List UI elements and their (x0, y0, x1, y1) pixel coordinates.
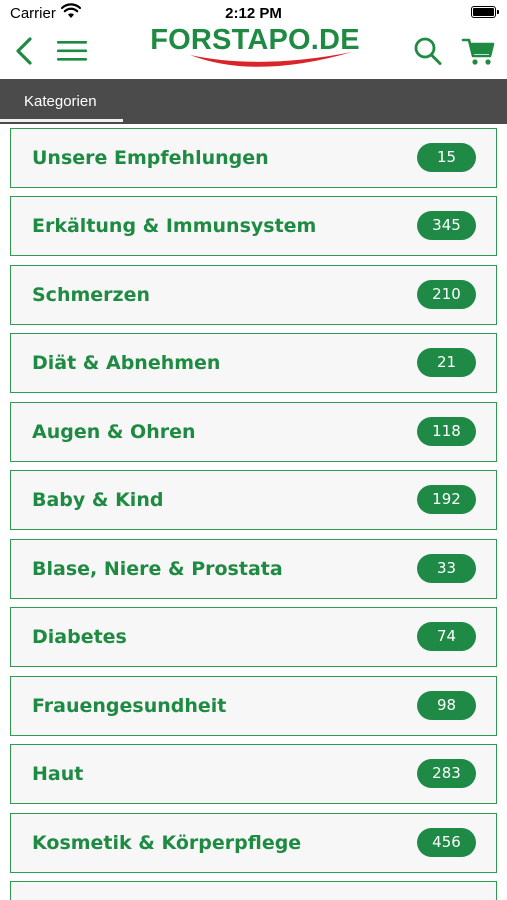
category-label: Blase, Niere & Prostata (32, 558, 283, 580)
category-label: Unsere Empfehlungen (32, 147, 269, 169)
category-item[interactable] (10, 881, 497, 900)
category-item[interactable]: Frauengesundheit 98 (10, 676, 497, 736)
category-count-badge: 33 (417, 554, 476, 583)
clock: 2:12 PM (225, 5, 282, 22)
category-item[interactable]: Erkältung & Immunsystem 345 (10, 196, 497, 256)
category-item[interactable]: Diät & Abnehmen 21 (10, 333, 497, 393)
category-label: Baby & Kind (32, 489, 164, 511)
category-label: Haut (32, 763, 84, 785)
category-item[interactable]: Diabetes 74 (10, 607, 497, 667)
category-label: Diabetes (32, 626, 127, 648)
category-count-badge: 283 (417, 759, 476, 788)
category-count-badge: 98 (417, 691, 476, 720)
category-item[interactable]: Blase, Niere & Prostata 33 (10, 539, 497, 599)
category-count-badge: 15 (417, 143, 476, 172)
category-label: Erkältung & Immunsystem (32, 215, 317, 237)
category-label: Kosmetik & Körperpflege (32, 832, 302, 854)
category-item[interactable]: Kosmetik & Körperpflege 456 (10, 813, 497, 873)
category-item[interactable]: Unsere Empfehlungen 15 (10, 128, 497, 188)
category-count-badge: 118 (417, 417, 476, 446)
category-label: Augen & Ohren (32, 421, 196, 443)
battery-icon (471, 6, 499, 18)
category-item[interactable]: Haut 283 (10, 744, 497, 804)
search-icon[interactable] (412, 34, 444, 68)
brand-logo[interactable]: FORSTAPO.DE (150, 22, 360, 74)
category-item[interactable]: Baby & Kind 192 (10, 470, 497, 530)
category-list-container: Unsere Empfehlungen 15 Erkältung & Immun… (0, 124, 507, 900)
category-count-badge: 456 (417, 828, 476, 857)
category-count-badge: 21 (417, 348, 476, 377)
category-item[interactable]: Schmerzen 210 (10, 265, 497, 325)
cart-icon[interactable] (461, 34, 495, 68)
navigation-bar: FORSTAPO.DE (0, 24, 507, 78)
back-icon[interactable] (12, 34, 38, 68)
category-item[interactable]: Augen & Ohren 118 (10, 402, 497, 462)
category-count-badge: 210 (417, 280, 476, 309)
category-label: Frauengesundheit (32, 695, 227, 717)
category-count-badge: 192 (417, 485, 476, 514)
tab-bar: Kategorien (0, 79, 507, 124)
active-tab-indicator (0, 119, 123, 122)
category-count-badge: 74 (417, 622, 476, 651)
category-count-badge: 345 (417, 211, 476, 240)
category-label: Diät & Abnehmen (32, 352, 221, 374)
tab-kategorien[interactable]: Kategorien (24, 93, 97, 110)
menu-icon[interactable] (56, 38, 88, 64)
category-label: Schmerzen (32, 284, 150, 306)
